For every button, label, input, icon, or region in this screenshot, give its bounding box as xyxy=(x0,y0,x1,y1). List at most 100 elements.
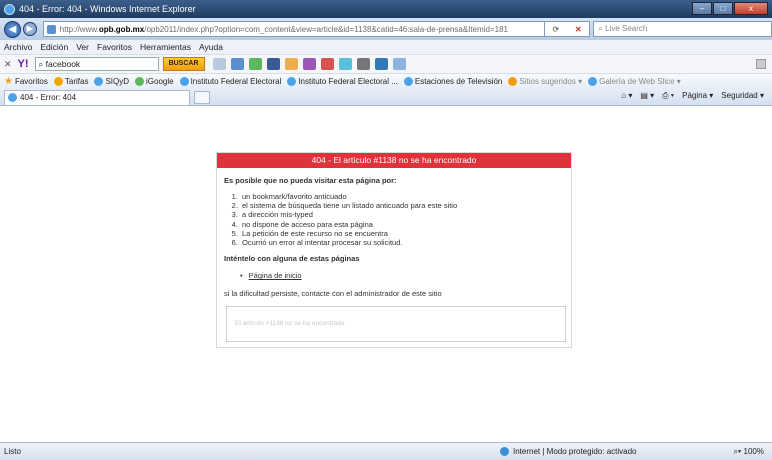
toolbar-close-icon[interactable]: ✕ xyxy=(4,59,12,70)
fav-ife-2[interactable]: Instituto Federal Electoral ... xyxy=(287,77,398,86)
list-item: un bookmark/favorito anticuado xyxy=(240,192,564,201)
list-item: a dirección mis-typed xyxy=(240,210,564,219)
yahoo-logo[interactable]: Y! xyxy=(18,58,29,70)
fav-label: Sitios sugeridos ▾ xyxy=(519,77,583,86)
security-menu[interactable]: Seguridad ▾ xyxy=(721,91,764,101)
yahoo-search-input[interactable]: ⌕ facebook xyxy=(34,57,159,71)
puzzle-icon[interactable] xyxy=(248,58,262,70)
fav-label: Galería de Web Slice ▾ xyxy=(599,77,681,86)
weather-icon[interactable] xyxy=(338,58,352,70)
facebook-icon[interactable] xyxy=(266,58,280,70)
yahoo-search-value: facebook xyxy=(45,59,81,69)
error-header: 404 - El artículo #1138 no se ha encontr… xyxy=(217,153,571,168)
fav-icon xyxy=(94,77,104,86)
error-lead: Es posible que no pueda visitar esta pág… xyxy=(224,176,397,185)
page-links: Página de inicio xyxy=(240,271,564,280)
messenger-icon[interactable] xyxy=(302,58,316,70)
window-icon[interactable] xyxy=(374,58,388,70)
menu-bar: Archivo Edición Ver Favoritos Herramient… xyxy=(0,40,772,55)
back-button[interactable]: ◀ xyxy=(4,20,21,38)
toolbar-end-icon[interactable] xyxy=(756,59,766,69)
ie-icon[interactable] xyxy=(392,58,406,70)
url-rest: /opb2011/index.php?option=com_content&vi… xyxy=(144,24,508,34)
fav-icon xyxy=(403,77,413,86)
favorites-bar: ★ Favoritos Tarifas SIQyD iGoogle Institu… xyxy=(0,74,772,89)
buscar-button[interactable]: BUSCAR xyxy=(162,57,205,71)
favorites-label: Favoritos xyxy=(14,77,48,86)
list-item: Ocurrió un error al intentar procesar su… xyxy=(240,238,564,247)
fav-icon xyxy=(287,77,297,86)
url-field[interactable]: http://www. opb.gob.mx/opb2011/index.php?… xyxy=(42,21,545,37)
tab-bar: 404 - Error: 404 ⌂ ▾ ▤ ▾ ⎙ ▾ Página ▾ Se… xyxy=(0,89,772,106)
news-icon[interactable] xyxy=(284,58,298,70)
zone-label: Internet | Modo protegido: activado xyxy=(513,447,637,456)
close-button[interactable]: x xyxy=(734,2,768,15)
error-body: Es posible que no pueda visitar esta pág… xyxy=(217,168,571,348)
fav-label: Tarifas xyxy=(64,77,89,86)
error-message-box: El artículo #1138 no se ha encontrado xyxy=(226,306,566,343)
ie-logo-icon xyxy=(4,3,15,15)
fav-ife-1[interactable]: Instituto Federal Electoral xyxy=(179,77,282,86)
yahoo-tool-icons xyxy=(212,58,406,70)
menu-edicion[interactable]: Edición xyxy=(40,42,68,52)
menu-favoritos[interactable]: Favoritos xyxy=(97,42,132,52)
window-title: 404 - Error: 404 - Windows Internet Expl… xyxy=(19,4,196,14)
home-page-link[interactable]: Página de inicio xyxy=(249,271,302,280)
fav-web-slice[interactable]: Galería de Web Slice ▾ xyxy=(588,77,681,86)
star-icon: ★ xyxy=(4,76,13,87)
live-search-input[interactable]: ⌕ Live Search xyxy=(593,21,772,37)
tab-ie-icon xyxy=(8,93,17,102)
address-bar: ◀ ▶ http://www. opb.gob.mx/opb2011/index.… xyxy=(0,18,772,40)
contact-note: si la dificultad persiste, contacte con … xyxy=(224,289,442,299)
title-bar: 404 - Error: 404 - Windows Internet Expl… xyxy=(0,0,772,18)
tab-404[interactable]: 404 - Error: 404 xyxy=(4,89,190,105)
list-item: La petición de este recurso no se encuen… xyxy=(240,229,564,238)
new-tab-button[interactable] xyxy=(194,90,210,104)
print-icon[interactable]: ⎙ ▾ xyxy=(662,91,674,101)
status-bar: Listo Internet | Modo protegido: activad… xyxy=(0,442,772,460)
window-controls: – □ x xyxy=(692,2,768,15)
minimize-button[interactable]: – xyxy=(692,2,712,15)
settings-icon[interactable] xyxy=(356,58,370,70)
forward-button[interactable]: ▶ xyxy=(22,22,37,36)
tab-label: 404 - Error: 404 xyxy=(20,93,77,102)
search-placeholder: Live Search xyxy=(605,24,648,33)
zoom-control[interactable]: ⌕▾ 100% xyxy=(733,447,764,457)
feeds-icon[interactable]: ▤ ▾ xyxy=(640,91,654,101)
error-panel: 404 - El artículo #1138 no se ha encontr… xyxy=(216,152,572,348)
menu-herramientas[interactable]: Herramientas xyxy=(140,42,191,52)
yahoo-toolbar: ✕ Y! ⌕ facebook BUSCAR xyxy=(0,55,772,74)
stop-icon[interactable]: ✕ xyxy=(575,25,582,34)
menu-archivo[interactable]: Archivo xyxy=(4,42,32,52)
pencil-icon[interactable] xyxy=(212,58,226,70)
fav-label: iGoogle xyxy=(146,77,174,86)
fav-label: Instituto Federal Electoral xyxy=(190,77,282,86)
security-zone[interactable]: Internet | Modo protegido: activado xyxy=(500,447,637,456)
url-host: opb.gob.mx xyxy=(98,24,145,34)
page-menu[interactable]: Página ▾ xyxy=(682,91,713,101)
fav-icon xyxy=(53,77,63,86)
page-content: 404 - El artículo #1138 no se ha encontr… xyxy=(0,106,772,442)
mail-icon[interactable] xyxy=(230,58,244,70)
fav-icon xyxy=(588,77,598,86)
fav-tarifas[interactable]: Tarifas xyxy=(53,77,89,86)
home-icon[interactable]: ⌂ ▾ xyxy=(621,91,632,101)
globe-icon xyxy=(500,447,509,456)
fav-icon xyxy=(179,77,189,86)
menu-ver[interactable]: Ver xyxy=(76,42,89,52)
favorites-button[interactable]: ★ Favoritos xyxy=(4,76,48,87)
list-item: el sistema de búsqueda tiene un listado … xyxy=(240,201,564,210)
fav-estaciones[interactable]: Estaciones de Televisión xyxy=(403,77,503,86)
page-icon xyxy=(46,24,56,34)
menu-ayuda[interactable]: Ayuda xyxy=(199,42,223,52)
fav-siqyd[interactable]: SIQyD xyxy=(94,77,129,86)
flickr-icon[interactable] xyxy=(320,58,334,70)
maximize-button[interactable]: □ xyxy=(713,2,733,15)
fav-sitios-sugeridos[interactable]: Sitios sugeridos ▾ xyxy=(508,77,582,86)
status-text: Listo xyxy=(4,447,21,456)
fav-label: Instituto Federal Electoral ... xyxy=(298,77,398,86)
refresh-icon[interactable]: ⟳ xyxy=(553,25,560,34)
url-prefix: http://www. xyxy=(59,24,99,34)
fav-igoogle[interactable]: iGoogle xyxy=(135,77,174,86)
fav-label: Estaciones de Televisión xyxy=(414,77,503,86)
